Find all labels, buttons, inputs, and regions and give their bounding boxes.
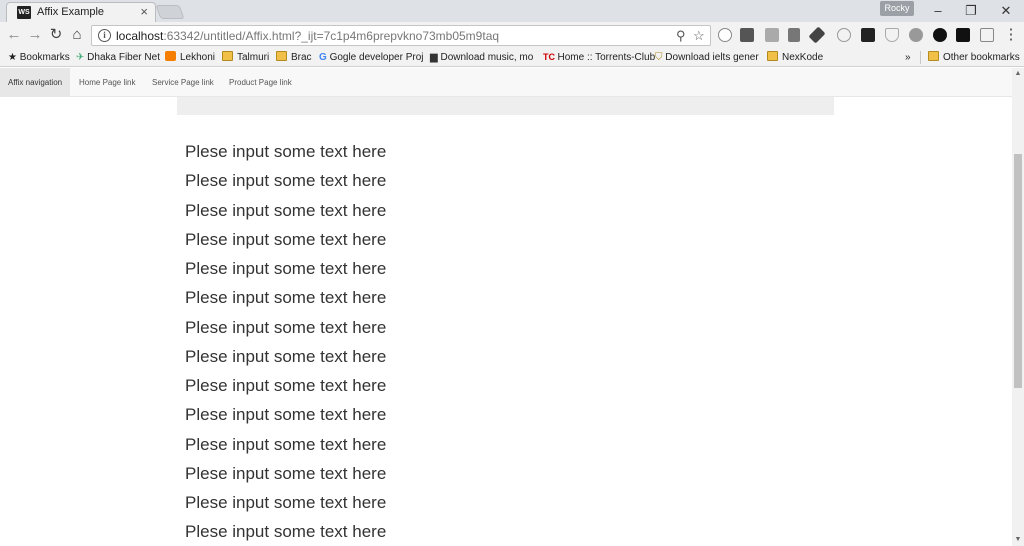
home-icon[interactable]: ⌂ xyxy=(68,25,86,45)
bookmark-dhaka-fiber-net[interactable]: ✈ Dhaka Fiber Net xyxy=(76,50,160,65)
forward-icon[interactable]: → xyxy=(26,25,44,45)
folder-icon xyxy=(928,51,939,61)
scroll-up-icon[interactable]: ▲ xyxy=(1012,68,1024,80)
info-icon[interactable]: i xyxy=(98,29,111,42)
text-line: Plese input some text here xyxy=(185,405,387,425)
apps-grid-icon[interactable] xyxy=(956,28,970,42)
text-line: Plese input some text here xyxy=(185,317,387,337)
star-icon: ★ xyxy=(8,52,20,63)
nav-service-page-link[interactable]: Service Page link xyxy=(144,68,222,97)
browser-tab[interactable]: WS Affix Example × xyxy=(6,2,156,22)
text-line: Plese input some text here xyxy=(185,288,387,308)
extension-6-icon[interactable] xyxy=(933,28,947,42)
text-line: Plese input some text here xyxy=(185,434,387,454)
bookmark-download-music[interactable]: ▆ Download music, mo xyxy=(430,50,533,65)
text-line: Plese input some text here xyxy=(185,171,387,191)
bookmark-google-developer[interactable]: G Gogle developer Proj xyxy=(319,50,424,65)
extension-3-icon[interactable] xyxy=(837,28,851,42)
text-line: Plese input some text here xyxy=(185,346,387,366)
menu-kebab-icon[interactable]: ⋮ xyxy=(1002,25,1020,45)
text-line: Plese input some text here xyxy=(185,463,387,483)
shield-ext-icon[interactable] xyxy=(885,28,899,42)
extension-2-icon[interactable] xyxy=(740,28,754,42)
tab-strip: WS Affix Example × Rocky – ❐ ✕ xyxy=(0,0,1024,22)
text-line: Plese input some text here xyxy=(185,200,387,220)
extension-5-icon[interactable] xyxy=(909,28,923,42)
bookmarks-overflow-button[interactable]: » xyxy=(905,50,911,65)
folder-icon xyxy=(276,51,287,61)
text-line: Plese input some text here xyxy=(185,142,387,161)
eyedropper-icon[interactable] xyxy=(808,26,826,44)
restore-button[interactable]: ❐ xyxy=(953,0,989,22)
shield-icon: ⛉ xyxy=(655,52,666,63)
bookmark-bookmarks[interactable]: ★ Bookmarks xyxy=(8,50,70,65)
content-lines: Plese input some text here Plese input s… xyxy=(185,141,386,546)
tab-title: Affix Example xyxy=(37,6,105,18)
bookmark-nexkode[interactable]: NexKode xyxy=(767,50,823,65)
blogger-icon xyxy=(165,51,176,61)
text-line: Plese input some text here xyxy=(185,493,387,512)
webstorm-favicon-icon: WS xyxy=(17,6,31,19)
zoom-icon[interactable]: ⚲ xyxy=(676,28,686,44)
cast-icon[interactable] xyxy=(980,28,994,42)
extension-1-icon[interactable] xyxy=(718,28,732,42)
text-line: Plese input some text here xyxy=(185,376,387,395)
bookmark-star-icon[interactable]: ☆ xyxy=(693,28,705,44)
bookmark-lekhoni[interactable]: Lekhoni xyxy=(165,50,215,65)
bird-icon: ✈ xyxy=(76,52,88,63)
nav-product-page-link[interactable]: Product Page link xyxy=(221,68,300,97)
minimize-button[interactable]: – xyxy=(920,0,956,22)
tab-close-icon[interactable]: × xyxy=(140,4,148,19)
bookmark-download-ielts[interactable]: ⛉ Download ielts gener xyxy=(655,50,759,65)
vertical-scrollbar[interactable]: ▲ ▼ xyxy=(1012,68,1024,546)
bookmark-torrents-club[interactable]: TC Home :: Torrents-Club xyxy=(543,50,655,65)
bus-icon: ▆ xyxy=(430,52,441,63)
header-block xyxy=(177,97,834,115)
text-line: Plese input some text here xyxy=(185,229,387,249)
other-bookmarks[interactable]: Other bookmarks xyxy=(928,50,1020,65)
google-icon: G xyxy=(319,52,330,63)
text-line: Plese input some text here xyxy=(185,259,387,278)
text-line: Plese input some text here xyxy=(185,522,387,542)
profile-badge[interactable]: Rocky xyxy=(880,1,914,16)
scrollbar-thumb[interactable] xyxy=(1014,154,1022,388)
nav-affix-navigation[interactable]: Affix navigation xyxy=(0,68,71,97)
new-tab-button[interactable] xyxy=(155,5,185,19)
extension-u-icon[interactable] xyxy=(765,28,779,42)
affix-navbar: Affix navigation Home Page link Service … xyxy=(0,68,1012,97)
reload-icon[interactable]: ↻ xyxy=(47,25,65,45)
browser-toolbar: ← → ↻ ⌂ i localhost:63342/untitled/Affix… xyxy=(0,22,1024,48)
bookmarks-divider xyxy=(920,51,921,64)
back-icon[interactable]: ← xyxy=(5,25,23,45)
extension-4-icon[interactable] xyxy=(861,28,875,42)
bookmark-brac[interactable]: Brac xyxy=(276,50,312,65)
folder-icon xyxy=(767,51,778,61)
folder-icon xyxy=(222,51,233,61)
tc-icon: TC xyxy=(543,52,558,62)
bookmark-talmuri[interactable]: Talmuri xyxy=(222,50,269,65)
scroll-down-icon[interactable]: ▼ xyxy=(1012,534,1024,546)
close-window-button[interactable]: ✕ xyxy=(988,0,1024,22)
url-text[interactable]: localhost:63342/untitled/Affix.html?_ijt… xyxy=(116,29,499,43)
nav-home-page-link[interactable]: Home Page link xyxy=(71,68,143,97)
bookmarks-bar: ★ Bookmarks ✈ Dhaka Fiber Net Lekhoni Ta… xyxy=(0,48,1024,67)
address-bar[interactable]: i localhost:63342/untitled/Affix.html?_i… xyxy=(91,25,711,46)
equalizer-icon[interactable] xyxy=(788,28,800,42)
